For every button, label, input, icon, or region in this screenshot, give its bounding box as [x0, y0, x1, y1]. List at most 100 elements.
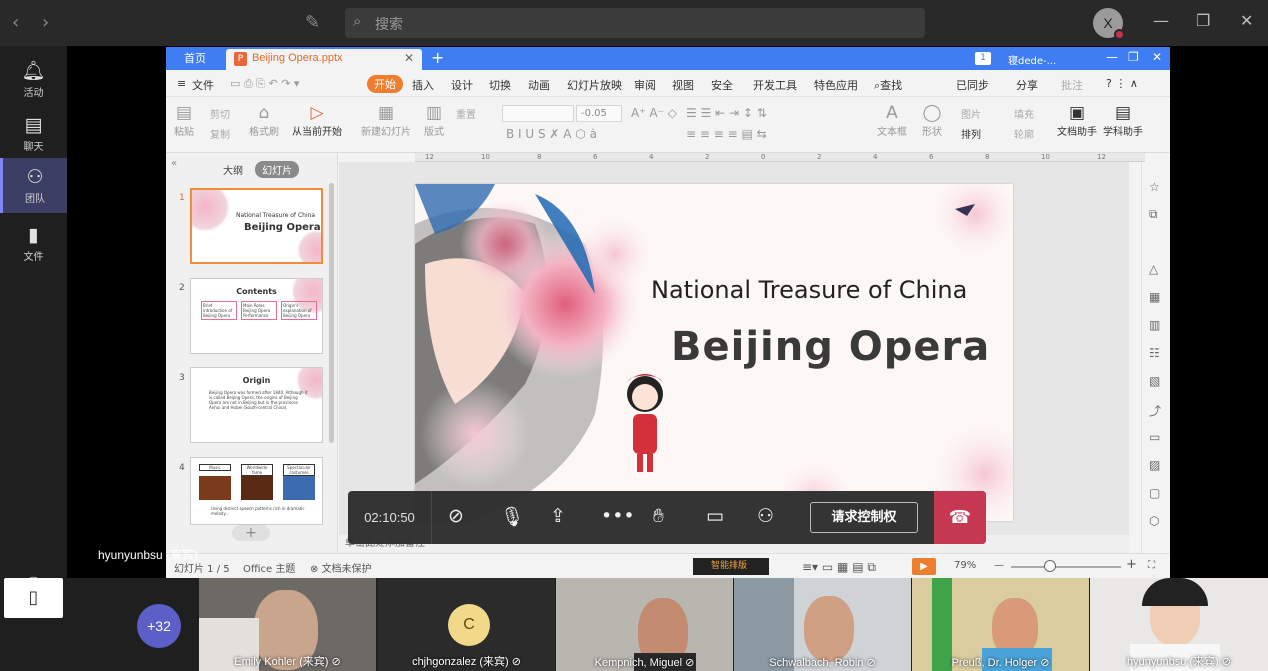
menu-design[interactable]: 设计 [451, 77, 473, 93]
tab-home[interactable]: 首页 [166, 47, 224, 70]
more-actions-icon[interactable]: ••• [601, 505, 635, 527]
menu-special[interactable]: 特色应用 [814, 77, 858, 93]
wps-user[interactable]: 寝dede-... [1008, 52, 1056, 67]
font-name-box[interactable] [502, 105, 574, 122]
add-tab-icon[interactable]: + [431, 48, 444, 67]
compose-icon[interactable]: ✎ [305, 12, 320, 33]
reset-button[interactable]: 重置 [456, 106, 476, 121]
device-button[interactable]: ▯ [4, 578, 63, 618]
tab-outline[interactable]: 大纲 [216, 161, 250, 178]
menu-icon[interactable]: ≡ [177, 77, 186, 90]
layout-button[interactable]: ▥ 版式 [424, 103, 444, 138]
menu-view[interactable]: 视图 [672, 77, 694, 93]
settings-icon[interactable]: ☷ [1149, 346, 1160, 360]
image-icon[interactable]: ▧ [1149, 374, 1160, 388]
align-icons[interactable]: ≡ ≡ ≡ ≡ ▤ ⇆ [686, 127, 767, 141]
shape-tool-icon[interactable]: △ [1149, 262, 1158, 276]
hang-up-button[interactable]: ☎︎ [934, 491, 986, 544]
slide-thumb-1[interactable]: National Treasure of China Beijing Opera [190, 188, 323, 264]
menu-developer[interactable]: 开发工具 [753, 77, 797, 93]
wps-minimize-icon[interactable]: — [1106, 50, 1118, 64]
chat-panel-icon[interactable]: ▭ [706, 505, 724, 527]
share-button[interactable]: 分享 [1016, 77, 1038, 93]
paragraph-icons[interactable]: ☰ ☰ ⇤ ⇥ ↕ ⇅ [686, 106, 767, 120]
shield-icon[interactable]: ⬡ [1149, 514, 1159, 528]
outline-button[interactable]: 轮廓 [1014, 126, 1034, 141]
copy-icon[interactable]: ⧉ [1149, 207, 1158, 222]
protection-status[interactable]: ⊗ 文档未保护 [310, 560, 372, 575]
wps-restore-icon[interactable]: ❐ [1128, 50, 1139, 64]
camera-off-icon[interactable]: ⊘ [448, 505, 464, 527]
new-slide-button[interactable]: ▦ 新建幻灯片 [361, 103, 411, 138]
shape-button[interactable]: ◯ 形状 [922, 103, 942, 138]
wps-close-icon[interactable]: ✕ [1152, 50, 1162, 64]
current-slide[interactable]: National Treasure of China Beijing Opera [415, 184, 1013, 521]
menu-slideshow[interactable]: 幻灯片放映 [567, 77, 622, 93]
photo-icon[interactable]: ▨ [1149, 458, 1160, 472]
font-size-box[interactable]: -0.05 [576, 105, 622, 122]
zoom-in-icon[interactable]: + [1126, 557, 1137, 572]
zoom-slider[interactable] [1011, 566, 1121, 568]
fill-button[interactable]: 填充 [1014, 106, 1034, 121]
zoom-level[interactable]: 79% [954, 560, 976, 571]
collapse-panel-icon[interactable]: « [171, 158, 177, 169]
participant-tile[interactable]: Preuß, Dr. Holger ⊘ [912, 578, 1089, 671]
mic-off-icon[interactable]: 🎙︎ [500, 505, 524, 528]
subject-helper-button[interactable]: ▤ 学科助手 [1103, 103, 1143, 138]
slide-thumb-2[interactable]: Contents Brief introduction of Beijing O… [190, 278, 323, 354]
menu-file[interactable]: 文件 [192, 77, 214, 93]
cut-button[interactable]: 剪切 [210, 106, 230, 121]
more-participants-button[interactable]: +32 [137, 604, 181, 648]
picture-button[interactable]: 图片 [961, 106, 981, 121]
forward-arrow-icon[interactable]: › [42, 12, 49, 33]
sync-status[interactable]: 已同步 [956, 77, 989, 93]
format-painter-button[interactable]: ⌂ 格式刷 [249, 103, 279, 138]
zoom-slider-knob[interactable] [1044, 560, 1056, 572]
layers-icon[interactable]: ▢ [1149, 486, 1160, 500]
participant-tile[interactable]: Emily Kohler (来宾) ⊘ [199, 578, 376, 671]
box-icon[interactable]: ▭ [1149, 430, 1160, 444]
rail-item-teams[interactable]: ⚇ 团队 [0, 158, 67, 213]
copy-button[interactable]: 复制 [210, 126, 230, 141]
menu-find[interactable]: ⌕查找 [874, 77, 902, 93]
menu-animation[interactable]: 动画 [528, 77, 550, 93]
toolbar-quick-icons[interactable]: ▭ ⎙ ⎘ ↶ ↷ ▾ [230, 77, 299, 91]
window-count-badge[interactable]: 1 [975, 52, 991, 65]
view-mode-icons[interactable]: ≡▾ ▭ ▦ ▤ ⧉ [802, 560, 876, 575]
participant-tile[interactable]: Schwalbach, Robin ⊘ [734, 578, 911, 671]
slide-thumb-3[interactable]: Origin Beijing Opera was formed after 18… [190, 367, 323, 443]
font-style-icons[interactable]: B I U S ✗ A ⬡ ȧ [506, 127, 597, 141]
participant-tile[interactable]: hyunyunbsu (来宾) ⊘ [1090, 578, 1268, 671]
share-screen-icon[interactable]: ⇪ [550, 505, 566, 527]
minimize-icon[interactable]: — [1153, 11, 1169, 30]
close-icon[interactable]: ✕ [1240, 11, 1253, 30]
grid-icon[interactable]: ▦ [1149, 290, 1160, 304]
tab-file[interactable]: P Beijing Opera.pptx ✕ [226, 49, 422, 70]
menu-transition[interactable]: 切换 [489, 77, 511, 93]
arrange-button[interactable]: 排列 [961, 126, 981, 141]
search-box[interactable]: ⌕ 搜索 [345, 8, 925, 38]
participant-tile[interactable]: Kempnich, Miguel ⊘ [556, 578, 733, 671]
chart-icon[interactable]: ▥ [1149, 318, 1160, 332]
user-avatar[interactable]: X [1093, 8, 1125, 40]
rail-item-activity[interactable]: 🔔︎ 活动 [0, 51, 67, 106]
doc-helper-button[interactable]: ▣ 文档助手 [1057, 103, 1097, 138]
participants-icon[interactable]: ⚇ [757, 505, 774, 527]
maximize-icon[interactable]: ❐ [1196, 11, 1210, 30]
paste-button[interactable]: ▤ 粘贴 [174, 103, 194, 138]
tab-slides[interactable]: 幻灯片 [255, 161, 300, 178]
zoom-out-icon[interactable]: — [994, 560, 1004, 571]
smart-layout-button[interactable]: 智能排版 [693, 558, 769, 575]
comment-button[interactable]: 批注 [1061, 77, 1083, 93]
menu-security[interactable]: 安全 [711, 77, 733, 93]
textbox-button[interactable]: A 文本框 [877, 103, 907, 138]
back-arrow-icon[interactable]: ‹ [12, 12, 19, 33]
export-icon[interactable]: ⤴ [1149, 402, 1161, 419]
request-control-button[interactable]: 请求控制权 [810, 502, 918, 533]
play-from-current-button[interactable]: ▷ 从当前开始 [292, 103, 342, 138]
theme-name[interactable]: Office 主题 [243, 560, 295, 575]
pin-icon[interactable]: ☆ [1149, 180, 1160, 194]
menu-review[interactable]: 审阅 [634, 77, 656, 93]
raise-hand-icon[interactable]: ✋︎ [653, 505, 664, 527]
play-slideshow-button[interactable]: ▶ [912, 558, 936, 575]
